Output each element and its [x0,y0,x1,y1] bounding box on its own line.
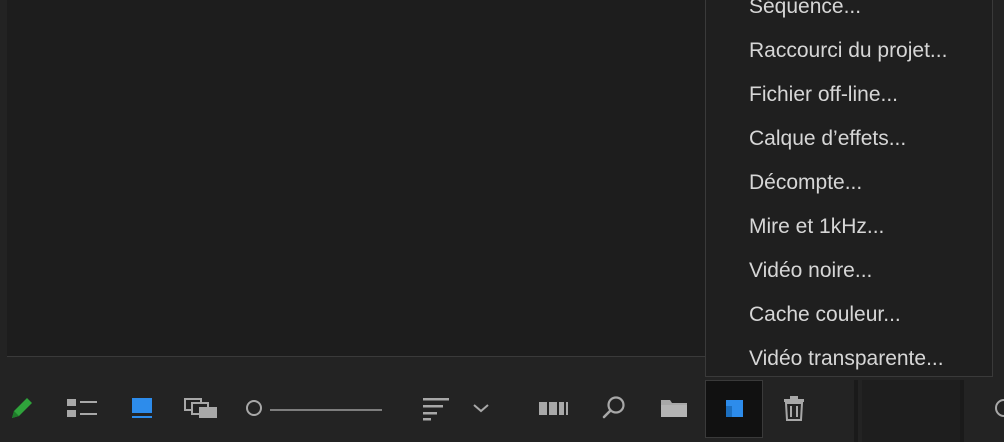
automate-to-sequence-icon[interactable] [533,380,573,436]
menu-item-offline-file[interactable]: Fichier off-line... [749,75,898,115]
find-icon[interactable] [596,380,632,436]
trash-icon[interactable] [776,380,812,436]
list-view-icon[interactable] [62,380,102,436]
menu-item-project-shortcut[interactable]: Raccourci du projet... [749,31,947,71]
menu-item-sequence[interactable]: Séquence... [749,0,861,27]
panel-divider [854,380,858,442]
menu-item-color-matte[interactable]: Cache couleur... [749,295,901,335]
pencil-icon[interactable] [4,380,40,436]
zoom-slider-thumb[interactable] [246,400,262,416]
new-item-menu: Séquence... Raccourci du projet... Fichi… [705,0,993,377]
partial-icon [986,380,1004,436]
panel-divider [960,380,964,442]
sort-icon[interactable] [418,380,454,436]
menu-item-countdown[interactable]: Décompte... [749,163,862,203]
new-bin-icon[interactable] [654,380,694,436]
project-panel-content [7,0,706,357]
freeform-view-icon[interactable] [180,380,224,436]
chevron-down-icon[interactable] [468,380,494,436]
menu-item-transparent-video[interactable]: Vidéo transparente... [749,339,944,379]
menu-item-adjustment-layer[interactable]: Calque d’effets... [749,119,906,159]
menu-item-bars-and-tone[interactable]: Mire et 1kHz... [749,207,884,247]
adjacent-panel [862,380,960,442]
menu-item-black-video[interactable]: Vidéo noire... [749,251,872,291]
new-item-icon [716,380,752,436]
icon-view-icon[interactable] [124,380,160,436]
zoom-slider-track[interactable] [270,409,382,411]
